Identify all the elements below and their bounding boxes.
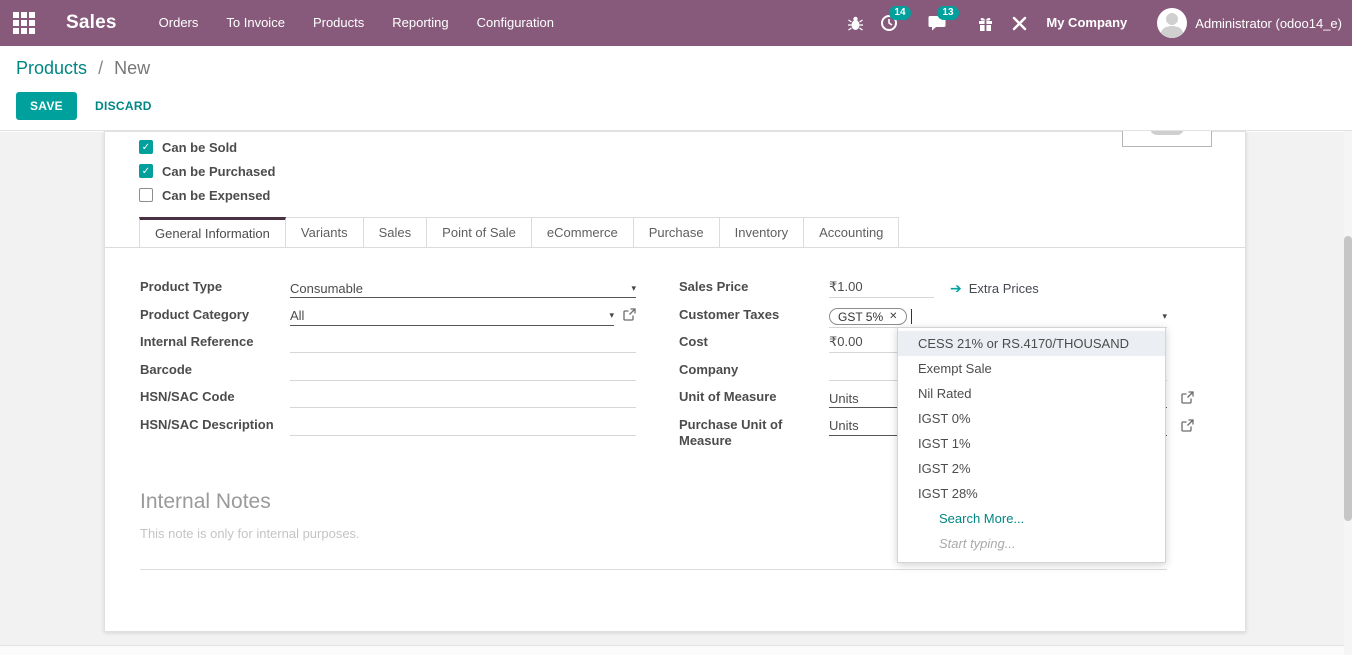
dropdown-option-exempt-sale[interactable]: Exempt Sale	[898, 356, 1165, 381]
external-link-icon[interactable]	[1181, 419, 1194, 435]
field-sales-price: Sales Price ₹1.00 ➔ Extra Prices	[679, 277, 1167, 305]
messages-badge: 13	[937, 6, 958, 20]
customer-taxes-input[interactable]: GST 5% ✕ ▾	[829, 307, 1167, 328]
checkbox-can-be-expensed[interactable]: Can be Expensed	[139, 183, 275, 207]
vertical-scrollbar[interactable]	[1344, 46, 1352, 655]
user-name: Administrator (odoo14_e)	[1195, 16, 1342, 31]
checkbox-can-be-purchased[interactable]: ✓ Can be Purchased	[139, 159, 275, 183]
checkmark-icon: ✓	[139, 164, 153, 178]
hsn-sac-description-input[interactable]	[290, 417, 636, 436]
extra-prices-button[interactable]: ➔ Extra Prices	[950, 280, 1039, 297]
chevron-down-icon: ▾	[631, 283, 636, 294]
menu-configuration[interactable]: Configuration	[463, 0, 568, 46]
barcode-input[interactable]	[290, 362, 636, 381]
control-panel: Products / New SAVE DISCARD	[0, 46, 1352, 131]
apps-grid-icon	[13, 12, 35, 34]
dropdown-option-igst-1[interactable]: IGST 1%	[898, 431, 1165, 456]
main-menu: Orders To Invoice Products Reporting Con…	[145, 0, 568, 46]
text-cursor	[911, 309, 912, 324]
save-button[interactable]: SAVE	[16, 92, 77, 120]
breadcrumb-products-link[interactable]: Products	[16, 58, 87, 78]
dropdown-option-nil-rated[interactable]: Nil Rated	[898, 381, 1165, 406]
top-navbar: Sales Orders To Invoice Products Reporti…	[0, 0, 1352, 46]
hsn-sac-code-input[interactable]	[290, 389, 636, 408]
fields-left-column: Product Type Consumable ▾ Product Catego…	[140, 277, 636, 442]
field-hsn-sac-code: HSN/SAC Code	[140, 387, 636, 415]
messages-chat-icon[interactable]: 13	[920, 0, 954, 46]
field-barcode: Barcode	[140, 360, 636, 388]
customer-taxes-dropdown: CESS 21% or RS.4170/THOUSAND Exempt Sale…	[897, 327, 1166, 563]
empty-checkbox	[139, 188, 153, 202]
dropdown-option-igst-2[interactable]: IGST 2%	[898, 456, 1165, 481]
bug-icon[interactable]	[838, 0, 872, 46]
notebook-tabs: General Information Variants Sales Point…	[105, 217, 1245, 248]
dropdown-start-typing: Start typing...	[898, 531, 1165, 556]
tab-point-of-sale[interactable]: Point of Sale	[426, 217, 532, 247]
product-options: ✓ Can be Sold ✓ Can be Purchased Can be …	[139, 135, 275, 207]
internal-notes-input[interactable]: This note is only for internal purposes.	[140, 526, 360, 541]
product-type-select[interactable]: Consumable ▾	[290, 279, 636, 298]
tab-inventory[interactable]: Inventory	[719, 217, 804, 247]
tab-sales[interactable]: Sales	[363, 217, 428, 247]
menu-orders[interactable]: Orders	[145, 0, 213, 46]
field-product-category: Product Category All ▾	[140, 305, 636, 333]
product-image-uploader[interactable]	[1122, 131, 1212, 147]
menu-to-invoice[interactable]: To Invoice	[212, 0, 299, 46]
remove-tag-icon[interactable]: ✕	[889, 311, 897, 322]
tax-tag-gst5: GST 5% ✕	[829, 308, 907, 325]
apps-menu-button[interactable]	[0, 0, 48, 46]
company-switcher[interactable]: My Company	[1036, 0, 1143, 46]
checkmark-icon: ✓	[139, 140, 153, 154]
menu-products[interactable]: Products	[299, 0, 378, 46]
tools-icon[interactable]	[1002, 0, 1036, 46]
menu-reporting[interactable]: Reporting	[378, 0, 462, 46]
product-category-select[interactable]: All ▾	[290, 307, 614, 326]
field-product-type: Product Type Consumable ▾	[140, 277, 636, 305]
field-hsn-sac-description: HSN/SAC Description	[140, 415, 636, 443]
dropdown-search-more[interactable]: Search More...	[898, 506, 1165, 531]
user-menu[interactable]: Administrator (odoo14_e)	[1143, 8, 1342, 38]
avatar	[1157, 8, 1187, 38]
notes-divider	[140, 569, 1167, 570]
sales-price-input[interactable]: ₹1.00	[829, 279, 934, 298]
tab-ecommerce[interactable]: eCommerce	[531, 217, 634, 247]
tab-general-information[interactable]: General Information	[139, 217, 286, 247]
arrow-right-icon: ➔	[950, 280, 962, 297]
chevron-down-icon: ▾	[609, 310, 614, 321]
breadcrumb-current: New	[114, 58, 150, 78]
tab-accounting[interactable]: Accounting	[803, 217, 899, 247]
activities-clock-icon[interactable]: 14	[872, 0, 906, 46]
internal-notes-title: Internal Notes	[140, 490, 271, 514]
breadcrumb-separator: /	[98, 58, 103, 78]
scrollbar-thumb[interactable]	[1344, 236, 1352, 521]
checkbox-can-be-sold[interactable]: ✓ Can be Sold	[139, 135, 275, 159]
field-internal-reference: Internal Reference	[140, 332, 636, 360]
dropdown-option-igst-0[interactable]: IGST 0%	[898, 406, 1165, 431]
internal-reference-input[interactable]	[290, 334, 636, 353]
discard-button[interactable]: DISCARD	[95, 99, 152, 113]
gift-icon[interactable]	[968, 0, 1002, 46]
breadcrumb: Products / New	[16, 58, 150, 79]
tab-purchase[interactable]: Purchase	[633, 217, 720, 247]
tab-variants[interactable]: Variants	[285, 217, 364, 247]
dropdown-option-cess-21[interactable]: CESS 21% or RS.4170/THOUSAND	[898, 331, 1165, 356]
external-link-icon[interactable]	[623, 308, 636, 324]
dropdown-option-igst-28[interactable]: IGST 28%	[898, 481, 1165, 506]
chatter-divider	[0, 645, 1352, 655]
activities-badge: 14	[889, 6, 910, 20]
external-link-icon[interactable]	[1181, 391, 1194, 407]
chevron-down-icon[interactable]: ▾	[1162, 311, 1167, 322]
app-title[interactable]: Sales	[66, 12, 117, 34]
